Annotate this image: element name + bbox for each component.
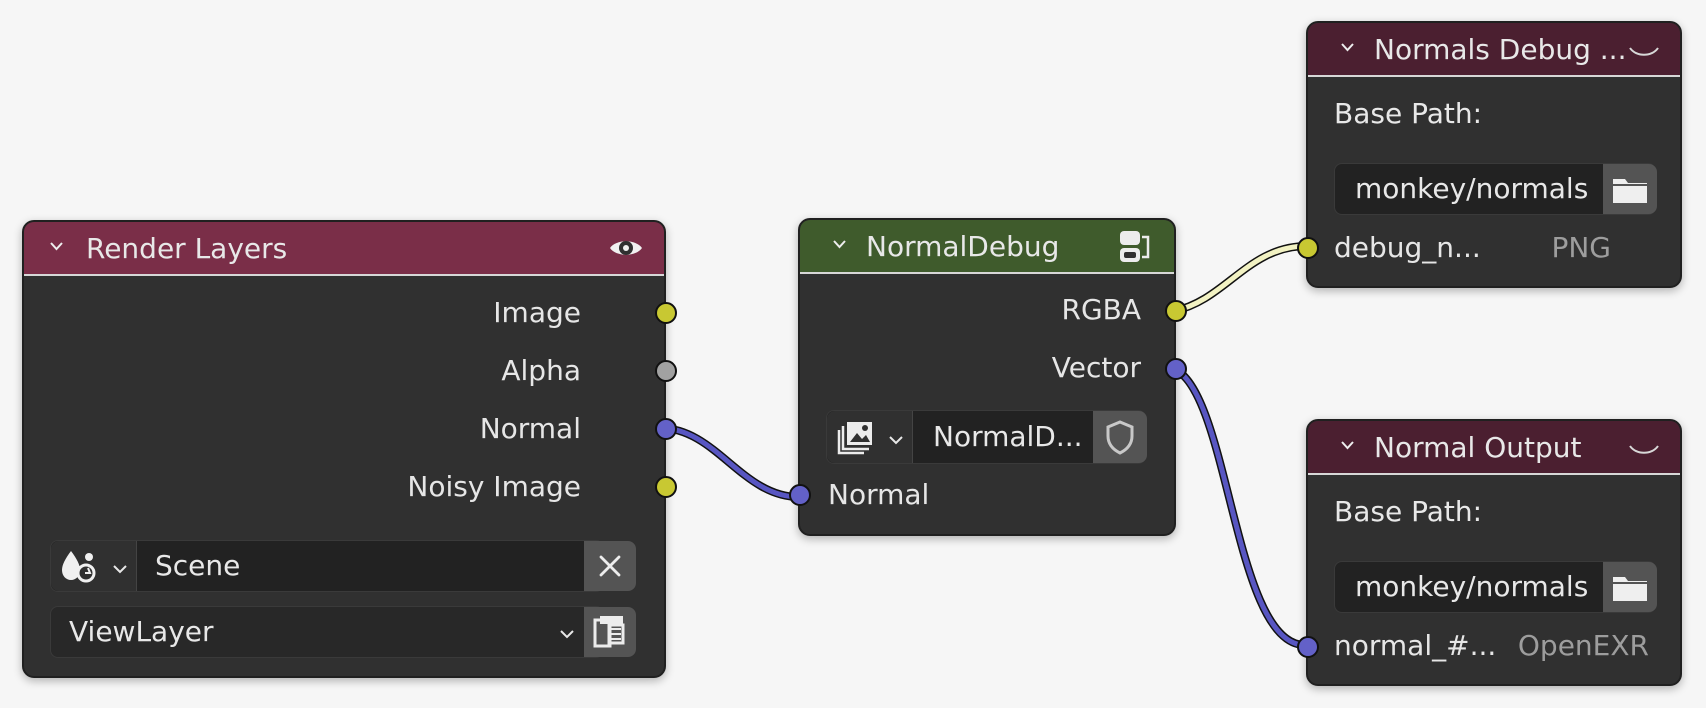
normals-debug-output-node[interactable]: Normals Debug ... Base Path: monkey/norm…: [1297, 21, 1682, 288]
clear-scene-button[interactable]: [584, 541, 636, 591]
node-editor-canvas[interactable]: Render Layers Image Alpha Normal Noisy I…: [0, 0, 1706, 708]
normals-debug-output-title: Normals Debug ...: [1374, 33, 1627, 66]
output-normal-label: Normal: [479, 412, 581, 445]
normal-output-header[interactable]: Normal Output: [1308, 421, 1680, 475]
output-noisy-image-socket[interactable]: [655, 476, 677, 498]
node-group-icon[interactable]: [1114, 228, 1154, 266]
link-rgba-to-debug: [1170, 242, 1311, 315]
folder-icon: [1613, 179, 1647, 203]
output-vector-socket[interactable]: [1165, 358, 1187, 380]
normal-debug-title: NormalDebug: [866, 230, 1060, 263]
output-vector-label: Vector: [1051, 351, 1141, 384]
base-path-value: monkey/normals: [1355, 172, 1589, 205]
base-path-value: monkey/normals: [1355, 570, 1589, 603]
output-normal: Normal: [480, 414, 581, 444]
browse-folder-button[interactable]: [1603, 164, 1657, 214]
scene-icon: [62, 551, 96, 583]
x-icon: [599, 555, 621, 577]
view-layer-render-button[interactable]: [584, 607, 636, 657]
shield-icon: [1106, 420, 1134, 455]
chevron-down-icon[interactable]: [832, 237, 847, 252]
output-noisy-image-label: Noisy Image: [407, 470, 581, 503]
folder-icon: [1613, 577, 1647, 601]
output-noisy-image: Noisy Image: [407, 472, 581, 502]
image-icon: [837, 422, 872, 455]
normal-output-file-slot[interactable]: normal_#...: [1334, 631, 1496, 661]
chevron-down-icon[interactable]: [1340, 40, 1355, 55]
input-normal-label: Normal: [828, 478, 930, 511]
debug-normals-format: PNG: [1551, 231, 1611, 264]
base-path-label: Base Path:: [1334, 495, 1483, 528]
chevron-down-icon[interactable]: [1340, 438, 1355, 453]
debug-normals-file-label: debug_n...: [1334, 231, 1481, 264]
chevron-down-icon[interactable]: [49, 239, 64, 254]
scene-dropdown-button[interactable]: [51, 541, 137, 591]
chevron-down-icon: [113, 565, 127, 574]
chevron-down-icon[interactable]: [559, 628, 575, 640]
normal-output-title: Normal Output: [1374, 431, 1582, 464]
debug-normals-file-slot[interactable]: debug_n...: [1334, 233, 1481, 263]
output-vector: Vector: [1052, 353, 1141, 383]
output-alpha-label: Alpha: [501, 354, 581, 387]
normals-debug-output-header[interactable]: Normals Debug ...: [1308, 23, 1680, 77]
chevron-down-icon: [889, 436, 903, 445]
scene-selector[interactable]: Scene: [50, 540, 636, 592]
link-vector-to-normal-output: [1170, 365, 1311, 650]
render-layers-title: Render Layers: [86, 232, 288, 265]
base-path-field[interactable]: monkey/normals: [1334, 163, 1657, 215]
normal-output-format: OpenEXR: [1517, 629, 1649, 662]
node-tree-value: NormalD...: [933, 420, 1083, 453]
normal-output-file-label: normal_#...: [1334, 629, 1497, 662]
normal-debug-header[interactable]: NormalDebug: [800, 220, 1174, 274]
scene-value: Scene: [155, 549, 241, 582]
node-tree-selector[interactable]: NormalD...: [826, 410, 1147, 464]
view-layer-selector[interactable]: ViewLayer: [50, 606, 636, 658]
normal-output-input-socket[interactable]: [1297, 636, 1319, 658]
normal-output-node[interactable]: Normal Output Base Path: monkey/normals …: [1297, 419, 1682, 686]
debug-normals-input-socket[interactable]: [1297, 237, 1319, 259]
base-path-label: Base Path:: [1334, 97, 1483, 130]
eye-icon[interactable]: [607, 233, 645, 263]
render-layers-header[interactable]: Render Layers: [24, 222, 664, 276]
browse-folder-button[interactable]: [1603, 562, 1657, 612]
output-image: Image: [493, 298, 581, 328]
link-vector-to-normal-output-inner: [1171, 366, 1310, 648]
output-rgba-label: RGBA: [1061, 293, 1141, 326]
node-tree-dropdown-button[interactable]: [827, 411, 913, 463]
output-image-socket[interactable]: [655, 302, 677, 324]
output-alpha: Alpha: [501, 356, 581, 386]
film-icon: [593, 616, 625, 648]
fake-user-shield-button[interactable]: [1093, 411, 1147, 463]
input-normal-socket[interactable]: [789, 484, 811, 506]
collapse-icon[interactable]: [1626, 441, 1662, 459]
view-layer-value: ViewLayer: [69, 615, 214, 648]
output-normal-socket[interactable]: [655, 418, 677, 440]
normal-debug-node[interactable]: NormalDebug RGBA Vector NormalD... Norma…: [789, 218, 1187, 536]
base-path-field[interactable]: monkey/normals: [1334, 561, 1657, 613]
output-rgba-socket[interactable]: [1165, 300, 1187, 322]
render-layers-node[interactable]: Render Layers Image Alpha Normal Noisy I…: [22, 220, 677, 678]
output-image-label: Image: [493, 296, 581, 329]
output-alpha-socket[interactable]: [655, 360, 677, 382]
collapse-icon[interactable]: [1626, 43, 1662, 61]
output-rgba: RGBA: [1061, 295, 1141, 325]
input-normal: Normal: [828, 480, 929, 510]
link-normal-to-normal-inner: [657, 425, 802, 500]
